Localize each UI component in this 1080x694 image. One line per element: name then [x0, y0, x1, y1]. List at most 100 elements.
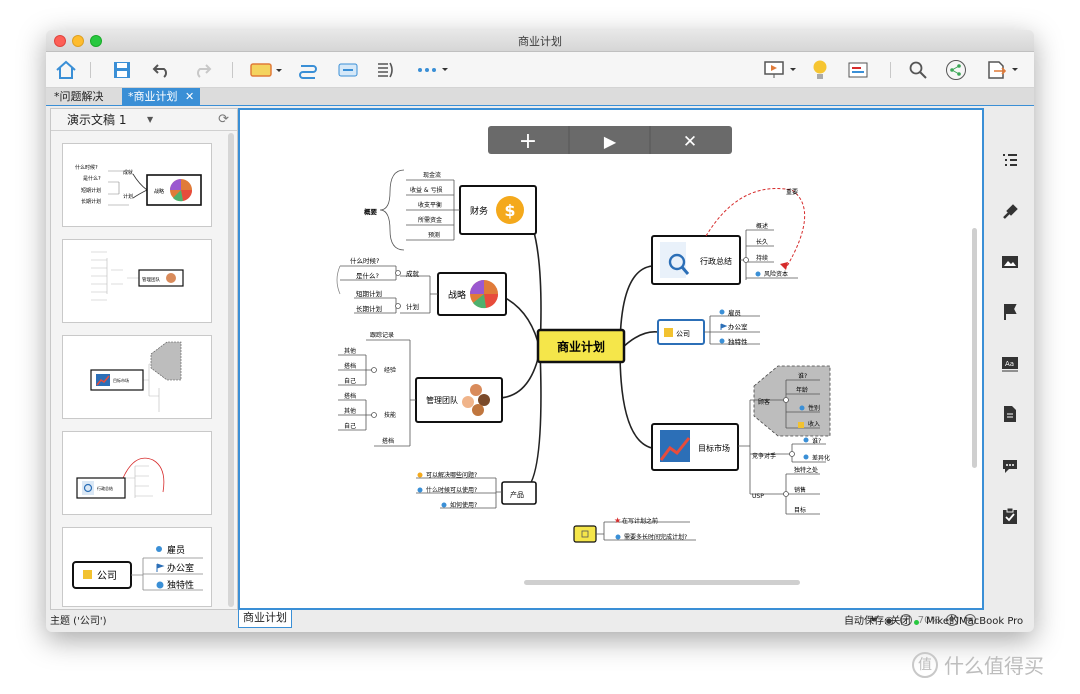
- slide-thumbnail-4[interactable]: 行政总结: [62, 431, 212, 515]
- insert-topic-icon[interactable]: [248, 59, 284, 81]
- team-item[interactable]: 自己: [344, 422, 356, 430]
- gantt-icon[interactable]: [846, 59, 870, 81]
- redo-icon[interactable]: [190, 59, 214, 81]
- summary-icon[interactable]: [374, 59, 398, 81]
- more-icon[interactable]: [414, 59, 450, 81]
- play-button[interactable]: ▶: [604, 132, 617, 151]
- presentation-icon[interactable]: [762, 59, 798, 81]
- finance-item[interactable]: 收支平衡: [418, 201, 442, 209]
- team-group[interactable]: 技能: [384, 411, 396, 419]
- market-group[interactable]: 竞争对手: [752, 452, 776, 460]
- panel-scrollbar[interactable]: [228, 133, 234, 607]
- usp-item[interactable]: 独特之处: [794, 466, 818, 474]
- central-topic[interactable]: 商业计划: [536, 328, 626, 364]
- strategy-group[interactable]: 计划: [406, 302, 419, 311]
- tab-problem-solving[interactable]: *问题解决: [48, 88, 110, 106]
- boundary-icon[interactable]: [336, 59, 360, 81]
- competitor-item[interactable]: 差异化: [812, 454, 830, 462]
- team-item[interactable]: 搭档: [382, 437, 394, 445]
- company-item[interactable]: 雇员: [728, 308, 742, 317]
- image-icon[interactable]: [1000, 252, 1020, 272]
- slide-thumbnail-2[interactable]: 管理团队: [62, 239, 212, 323]
- exec-item[interactable]: 概述: [756, 222, 768, 230]
- team-group[interactable]: 经验: [384, 366, 396, 374]
- slide-thumbnail-3[interactable]: 目标市场: [62, 335, 212, 419]
- floating-topic[interactable]: [573, 525, 597, 543]
- format-brush-icon[interactable]: [1000, 202, 1020, 222]
- tab-close-icon[interactable]: ✕: [185, 90, 194, 103]
- close-toolbar-button[interactable]: ✕: [683, 132, 697, 152]
- thumb-text: 战略: [154, 188, 164, 195]
- mindmap-canvas[interactable]: + ▶ ✕ 商业计划 财务 $ 概要 现金流 收益 & 亏损 收支平衡 所需资金…: [238, 108, 984, 610]
- search-icon[interactable]: [906, 59, 930, 81]
- customer-item[interactable]: 谁?: [798, 372, 807, 380]
- export-icon[interactable]: [984, 59, 1020, 81]
- customer-item[interactable]: 性别: [808, 404, 820, 412]
- team-item[interactable]: 搭档: [344, 392, 356, 400]
- company-topic[interactable]: 公司: [657, 319, 705, 345]
- finance-item[interactable]: 所需资金: [418, 216, 442, 224]
- presentation-title[interactable]: 演示文稿 1: [67, 113, 126, 127]
- marker-flag-icon[interactable]: [1000, 302, 1020, 322]
- customer-item[interactable]: 年龄: [796, 386, 808, 394]
- dropdown-chevron-icon[interactable]: ▼: [147, 109, 153, 131]
- floating-item[interactable]: 需要多长时间完成计划?: [624, 533, 687, 541]
- status-device: Mike的MacBook Pro: [926, 616, 1024, 627]
- competitor-item[interactable]: 谁?: [812, 437, 821, 445]
- team-item[interactable]: 自己: [344, 377, 356, 385]
- product-topic[interactable]: 产品: [501, 481, 537, 505]
- team-topic[interactable]: 管理团队: [415, 377, 503, 423]
- tab-business-plan[interactable]: *商业计划 ✕: [122, 88, 201, 106]
- usp-item[interactable]: 销售: [794, 486, 806, 494]
- home-icon[interactable]: [54, 59, 78, 81]
- strategy-item[interactable]: 长期计划: [356, 304, 382, 313]
- market-group[interactable]: USP: [752, 493, 764, 500]
- customer-item[interactable]: 收入: [808, 420, 820, 428]
- finance-item[interactable]: 预测: [428, 231, 440, 239]
- exec-item[interactable]: 持续: [756, 254, 768, 262]
- finance-item[interactable]: 现金流: [423, 171, 441, 179]
- team-item[interactable]: 搭档: [344, 362, 356, 370]
- refresh-icon[interactable]: ⟳: [218, 109, 229, 131]
- undo-icon[interactable]: [150, 59, 174, 81]
- usp-item[interactable]: 目标: [794, 506, 806, 514]
- status-autosave[interactable]: 自动保存: 关闭: [844, 612, 911, 632]
- target-market-topic[interactable]: 目标市场: [651, 423, 739, 471]
- comments-icon[interactable]: [1000, 456, 1020, 476]
- outline-icon[interactable]: [1000, 150, 1020, 170]
- strategy-topic[interactable]: 战略: [437, 272, 507, 316]
- exec-summary-topic[interactable]: 行政总结: [651, 235, 741, 285]
- notes-icon[interactable]: [1000, 404, 1020, 424]
- product-item[interactable]: 可以解决哪些问题?: [426, 471, 477, 479]
- finance-item[interactable]: 收益 & 亏损: [410, 186, 443, 194]
- strategy-group[interactable]: 成就: [406, 269, 420, 278]
- product-item[interactable]: 如何使用?: [450, 501, 477, 509]
- exec-item[interactable]: 长久: [756, 238, 768, 246]
- product-item[interactable]: 什么时候可以使用?: [426, 486, 477, 494]
- floating-item[interactable]: 在写计划之前: [622, 517, 658, 525]
- horizontal-scrollbar[interactable]: [524, 580, 800, 585]
- exec-item[interactable]: 风险资本: [764, 270, 788, 278]
- brainstorm-bulb-icon[interactable]: [808, 59, 832, 81]
- vertical-scrollbar[interactable]: [972, 228, 977, 468]
- team-item[interactable]: 跟踪记录: [370, 331, 394, 339]
- relationship-note[interactable]: 重要: [786, 188, 798, 196]
- document-tabs: *问题解决 *商业计划 ✕: [46, 88, 1034, 106]
- add-button[interactable]: +: [519, 129, 537, 154]
- save-icon[interactable]: [110, 59, 134, 81]
- strategy-item[interactable]: 是什么?: [356, 271, 379, 280]
- task-clipboard-icon[interactable]: [1000, 506, 1020, 526]
- slide-thumbnail-5[interactable]: 公司 雇员 办公室 独特性: [62, 527, 212, 607]
- team-item[interactable]: 其他: [344, 347, 356, 355]
- slide-thumbnail-1[interactable]: 什么时候? 是什么? 短期计划 长期计划 成就 计划 战略: [62, 143, 212, 227]
- team-item[interactable]: 其他: [344, 407, 356, 415]
- relationship-icon[interactable]: [296, 59, 320, 81]
- strategy-item[interactable]: 什么时候?: [350, 256, 379, 265]
- company-item[interactable]: 办公室: [728, 322, 748, 331]
- share-icon[interactable]: [944, 59, 968, 81]
- market-group[interactable]: 顾客: [758, 398, 770, 406]
- text-style-icon[interactable]: Aa: [1000, 354, 1020, 374]
- strategy-item[interactable]: 短期计划: [356, 289, 382, 298]
- company-item[interactable]: 独特性: [728, 337, 748, 346]
- finance-topic[interactable]: 财务 $: [459, 185, 537, 235]
